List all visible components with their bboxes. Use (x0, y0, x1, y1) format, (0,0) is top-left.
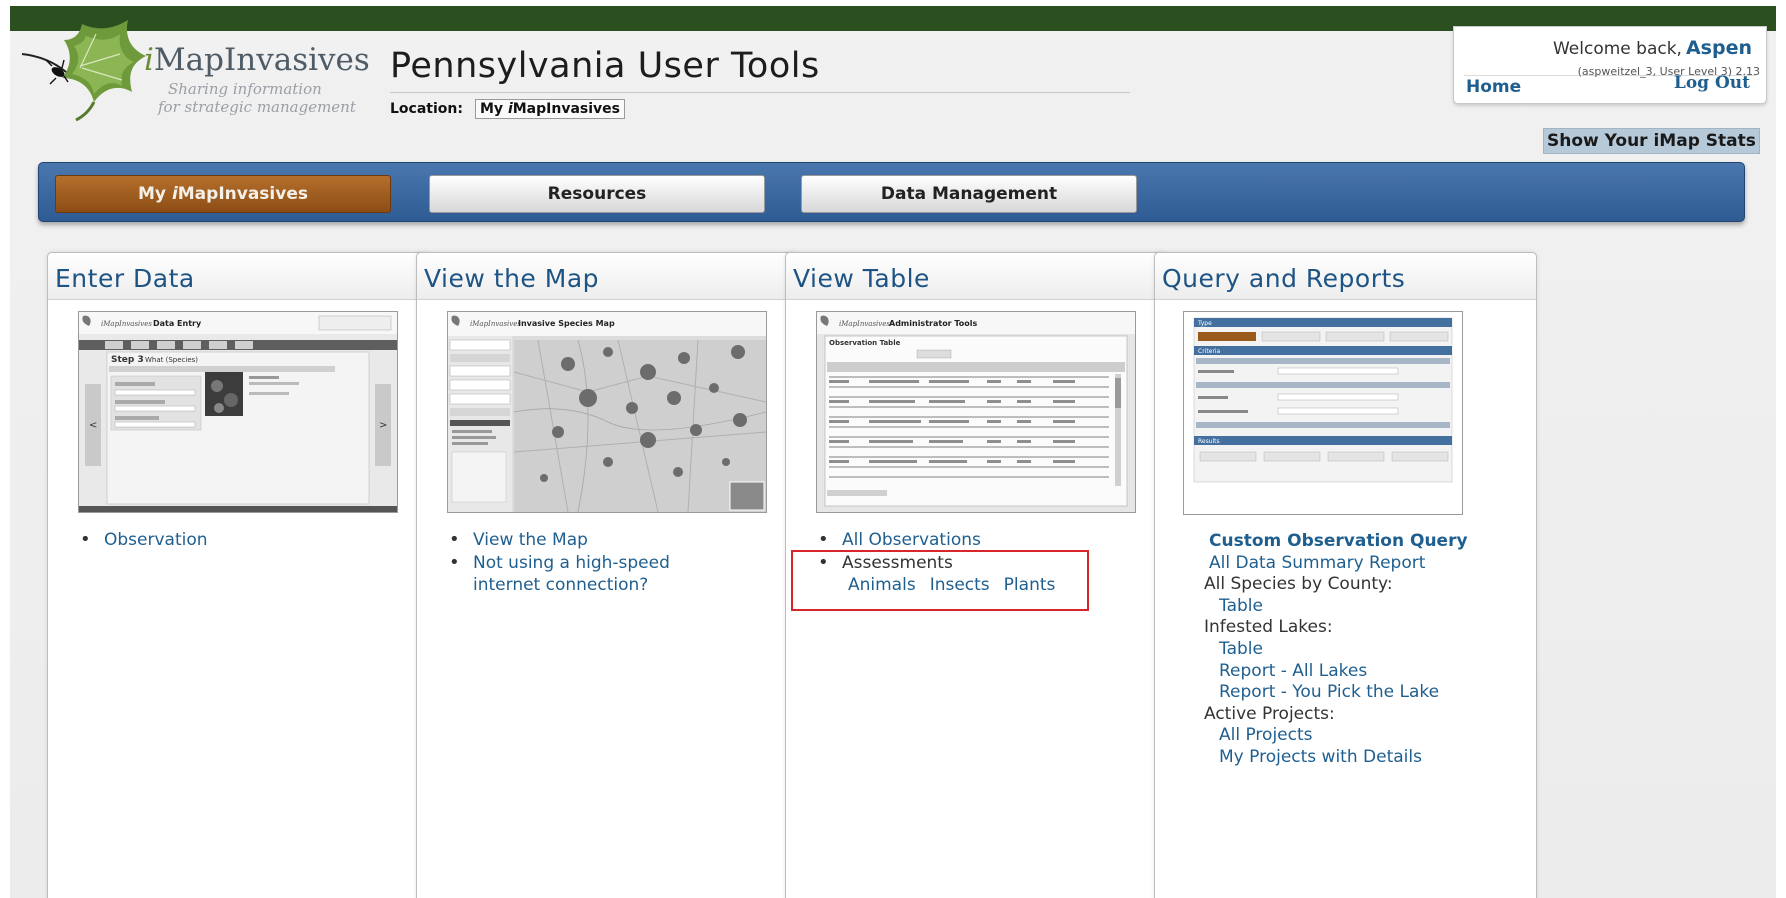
lakes-report-all-link[interactable]: Report - All Lakes (1219, 661, 1367, 681)
my-projects-link[interactable]: My Projects with Details (1219, 747, 1422, 767)
tab-data-management[interactable]: Data Management (801, 175, 1137, 213)
all-observations-link[interactable]: All Observations (842, 530, 981, 550)
show-stats-button[interactable]: Show Your iMap Stats (1543, 128, 1760, 154)
list-item: Observation (80, 529, 208, 551)
view-map-link[interactable]: View the Map (473, 530, 588, 550)
data-entry-screenshot: iMapInvasives Data Entry Step 3 What (Sp… (79, 312, 397, 512)
logo-title: iMapInvasives (144, 42, 370, 78)
thumb-table-title: Observation Table (829, 339, 901, 347)
location-label: Location: (390, 101, 463, 117)
thumb-title: Invasive Species Map (518, 319, 615, 328)
thumb-criteria-label: Criteria (1198, 348, 1221, 355)
title-divider (390, 92, 1130, 93)
low-bandwidth-link[interactable]: Not using a high-speed internet connecti… (473, 553, 670, 595)
panel-header: Enter Data (48, 253, 429, 300)
panel-header: View Table (786, 253, 1167, 300)
tab-resources[interactable]: Resources (429, 175, 765, 213)
panel-header: Query and Reports (1155, 253, 1536, 300)
data-entry-thumbnail[interactable]: iMapInvasives Data Entry Step 3 What (Sp… (78, 311, 398, 513)
logout-link[interactable]: Log Out (1674, 73, 1750, 93)
species-map-thumbnail[interactable]: iMapInvasives Invasive Species Map (447, 311, 767, 513)
main-nav: My iMapInvasives Resources Data Manageme… (38, 162, 1745, 222)
thumb-prev-arrow: < (89, 420, 97, 431)
page-title: Pennsylvania User Tools (390, 46, 820, 86)
species-table-link[interactable]: Table (1219, 596, 1263, 616)
species-by-county-label: All Species by County: (1204, 574, 1393, 594)
view-map-links: View the Map Not using a high-speed inte… (449, 529, 723, 597)
all-projects-link[interactable]: All Projects (1219, 725, 1313, 745)
thumb-app-name: iMapInvasives (470, 320, 521, 328)
list-item: All Observations (818, 529, 1069, 551)
logo-tagline-2: for strategic management (158, 98, 356, 116)
panel-title: Query and Reports (1162, 264, 1406, 293)
panel-header: View the Map (417, 253, 798, 300)
logo-tagline-1: Sharing information (168, 80, 322, 98)
page: iMapInvasives Sharing information for st… (10, 6, 1776, 898)
panel-query-reports: Query and Reports Type Criteria Results (1154, 252, 1537, 898)
panel-title: View the Map (424, 264, 600, 293)
panel-view-map: View the Map iMapInvasives Invasive Spec… (416, 252, 799, 898)
custom-query-link[interactable]: Custom Observation Query (1209, 531, 1468, 551)
admin-table-thumbnail[interactable]: iMapInvasives Administrator Tools Observ… (816, 311, 1136, 513)
enter-data-links: Observation (80, 529, 208, 552)
active-projects-label: Active Projects: (1204, 704, 1335, 724)
panel-title: View Table (793, 264, 930, 293)
welcome-message: Welcome back, Aspen (1552, 37, 1752, 59)
thumb-step-title: What (Species) (145, 356, 198, 364)
panel-title: Enter Data (55, 264, 195, 293)
home-link[interactable]: Home (1466, 77, 1521, 97)
list-item: View the Map (449, 529, 723, 551)
location-breadcrumb[interactable]: My iMapInvasives (475, 99, 625, 119)
thumb-type-label: Type (1197, 320, 1212, 327)
thumb-next-arrow: > (379, 420, 387, 431)
admin-table-screenshot: iMapInvasives Administrator Tools Observ… (817, 312, 1135, 512)
infested-lakes-label: Infested Lakes: (1204, 617, 1333, 637)
list-item: Not using a high-speed internet connecti… (449, 552, 723, 596)
lakes-table-link[interactable]: Table (1219, 639, 1263, 659)
observation-link[interactable]: Observation (104, 530, 208, 550)
thumb-step: Step 3 (111, 355, 144, 365)
panel-enter-data: Enter Data iMapInvasives Data Entry Step… (47, 252, 430, 898)
thumb-title: Administrator Tools (889, 319, 978, 328)
tab-my-imapinvasives[interactable]: My iMapInvasives (55, 175, 391, 213)
query-screenshot: Type Criteria Results (1184, 312, 1462, 514)
assessments-highlight-box (791, 550, 1089, 611)
thumb-app-name: iMapInvasives (839, 320, 890, 328)
thumb-app-name: iMapInvasives (101, 320, 152, 328)
species-map-screenshot: iMapInvasives Invasive Species Map (448, 312, 766, 512)
user-box: Welcome back, Aspen (aspweitzel_3, User L… (1453, 26, 1767, 104)
summary-report-link[interactable]: All Data Summary Report (1209, 553, 1425, 573)
thumb-results-label: Results (1198, 438, 1220, 445)
user-name: Aspen (1685, 37, 1752, 59)
lakes-report-pick-link[interactable]: Report - You Pick the Lake (1219, 682, 1439, 702)
leaf-icon (21, 20, 146, 122)
thumb-title: Data Entry (153, 319, 202, 328)
query-thumbnail[interactable]: Type Criteria Results (1183, 311, 1463, 515)
